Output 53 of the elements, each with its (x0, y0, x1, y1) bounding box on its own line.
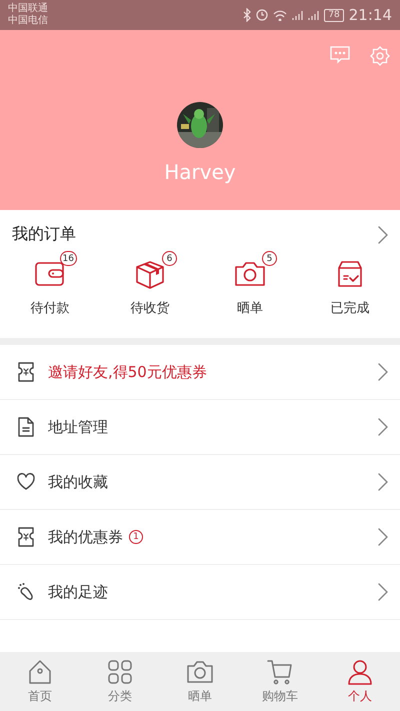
order-status-label: 待收货 (130, 300, 170, 317)
person-icon (346, 658, 374, 686)
tab[interactable]: 个人 (320, 652, 400, 711)
carrier-name: 中国联通 (8, 3, 48, 14)
section-title: 我的订单 (12, 224, 76, 245)
chevron-right-icon (378, 583, 388, 601)
order-status-label: 晒单 (237, 300, 263, 317)
tab[interactable]: 分类 (80, 652, 160, 711)
signal-icon (292, 9, 304, 21)
carrier-name: 中国电信 (8, 15, 48, 27)
clock-time: 21:14 (348, 6, 392, 24)
coupon-icon (16, 526, 36, 548)
bluetooth-icon (243, 8, 252, 22)
menu-row[interactable]: 我的足迹 (0, 565, 400, 620)
chevron-right-icon (378, 363, 388, 381)
menu-label: 邀请好友,得50元优惠券 (48, 362, 207, 382)
menu-label: 我的足迹 (48, 582, 108, 602)
signal-icon (308, 9, 320, 21)
menu-row[interactable]: 我的收藏 (0, 455, 400, 510)
chevron-right-icon (378, 418, 388, 436)
chevron-right-icon (378, 226, 388, 244)
count-badge: 6 (162, 251, 177, 266)
count-badge: 16 (60, 251, 77, 266)
message-icon[interactable] (330, 46, 350, 64)
tab[interactable]: 首页 (0, 652, 80, 711)
count-badge: 5 (262, 251, 277, 266)
chevron-right-icon (378, 528, 388, 546)
heart-icon (16, 472, 36, 492)
tab[interactable]: 购物车 (240, 652, 320, 711)
battery-level: 78 (324, 8, 344, 22)
menu-label: 我的优惠券 (48, 528, 123, 546)
order-status-label: 已完成 (330, 300, 370, 317)
coupon-icon (16, 361, 36, 383)
order-status-item[interactable]: 16 待付款 (0, 249, 100, 317)
cart-icon (266, 658, 294, 686)
user-name: Harvey (164, 160, 236, 184)
menu-label: 地址管理 (48, 418, 108, 436)
order-status-label: 待付款 (30, 300, 70, 317)
order-status-item[interactable]: 已完成 (300, 249, 400, 317)
settings-icon[interactable] (370, 46, 390, 66)
chevron-right-icon (378, 473, 388, 491)
menu-label: 我的收藏 (48, 472, 108, 492)
alarm-icon (256, 9, 268, 21)
order-status-item[interactable]: 5 晒单 (200, 249, 300, 317)
count-badge: 1 (129, 530, 143, 544)
document-icon (16, 416, 36, 438)
order-status-item[interactable]: 6 待收货 (100, 249, 200, 317)
tab[interactable]: 晒单 (160, 652, 240, 711)
wifi-icon (273, 9, 288, 21)
grid-icon (106, 658, 134, 686)
menu-row[interactable]: 邀请好友,得50元优惠券 (0, 345, 400, 400)
menu-row[interactable]: 地址管理 (0, 400, 400, 455)
menu-row[interactable]: 我的优惠券 1 (0, 510, 400, 565)
